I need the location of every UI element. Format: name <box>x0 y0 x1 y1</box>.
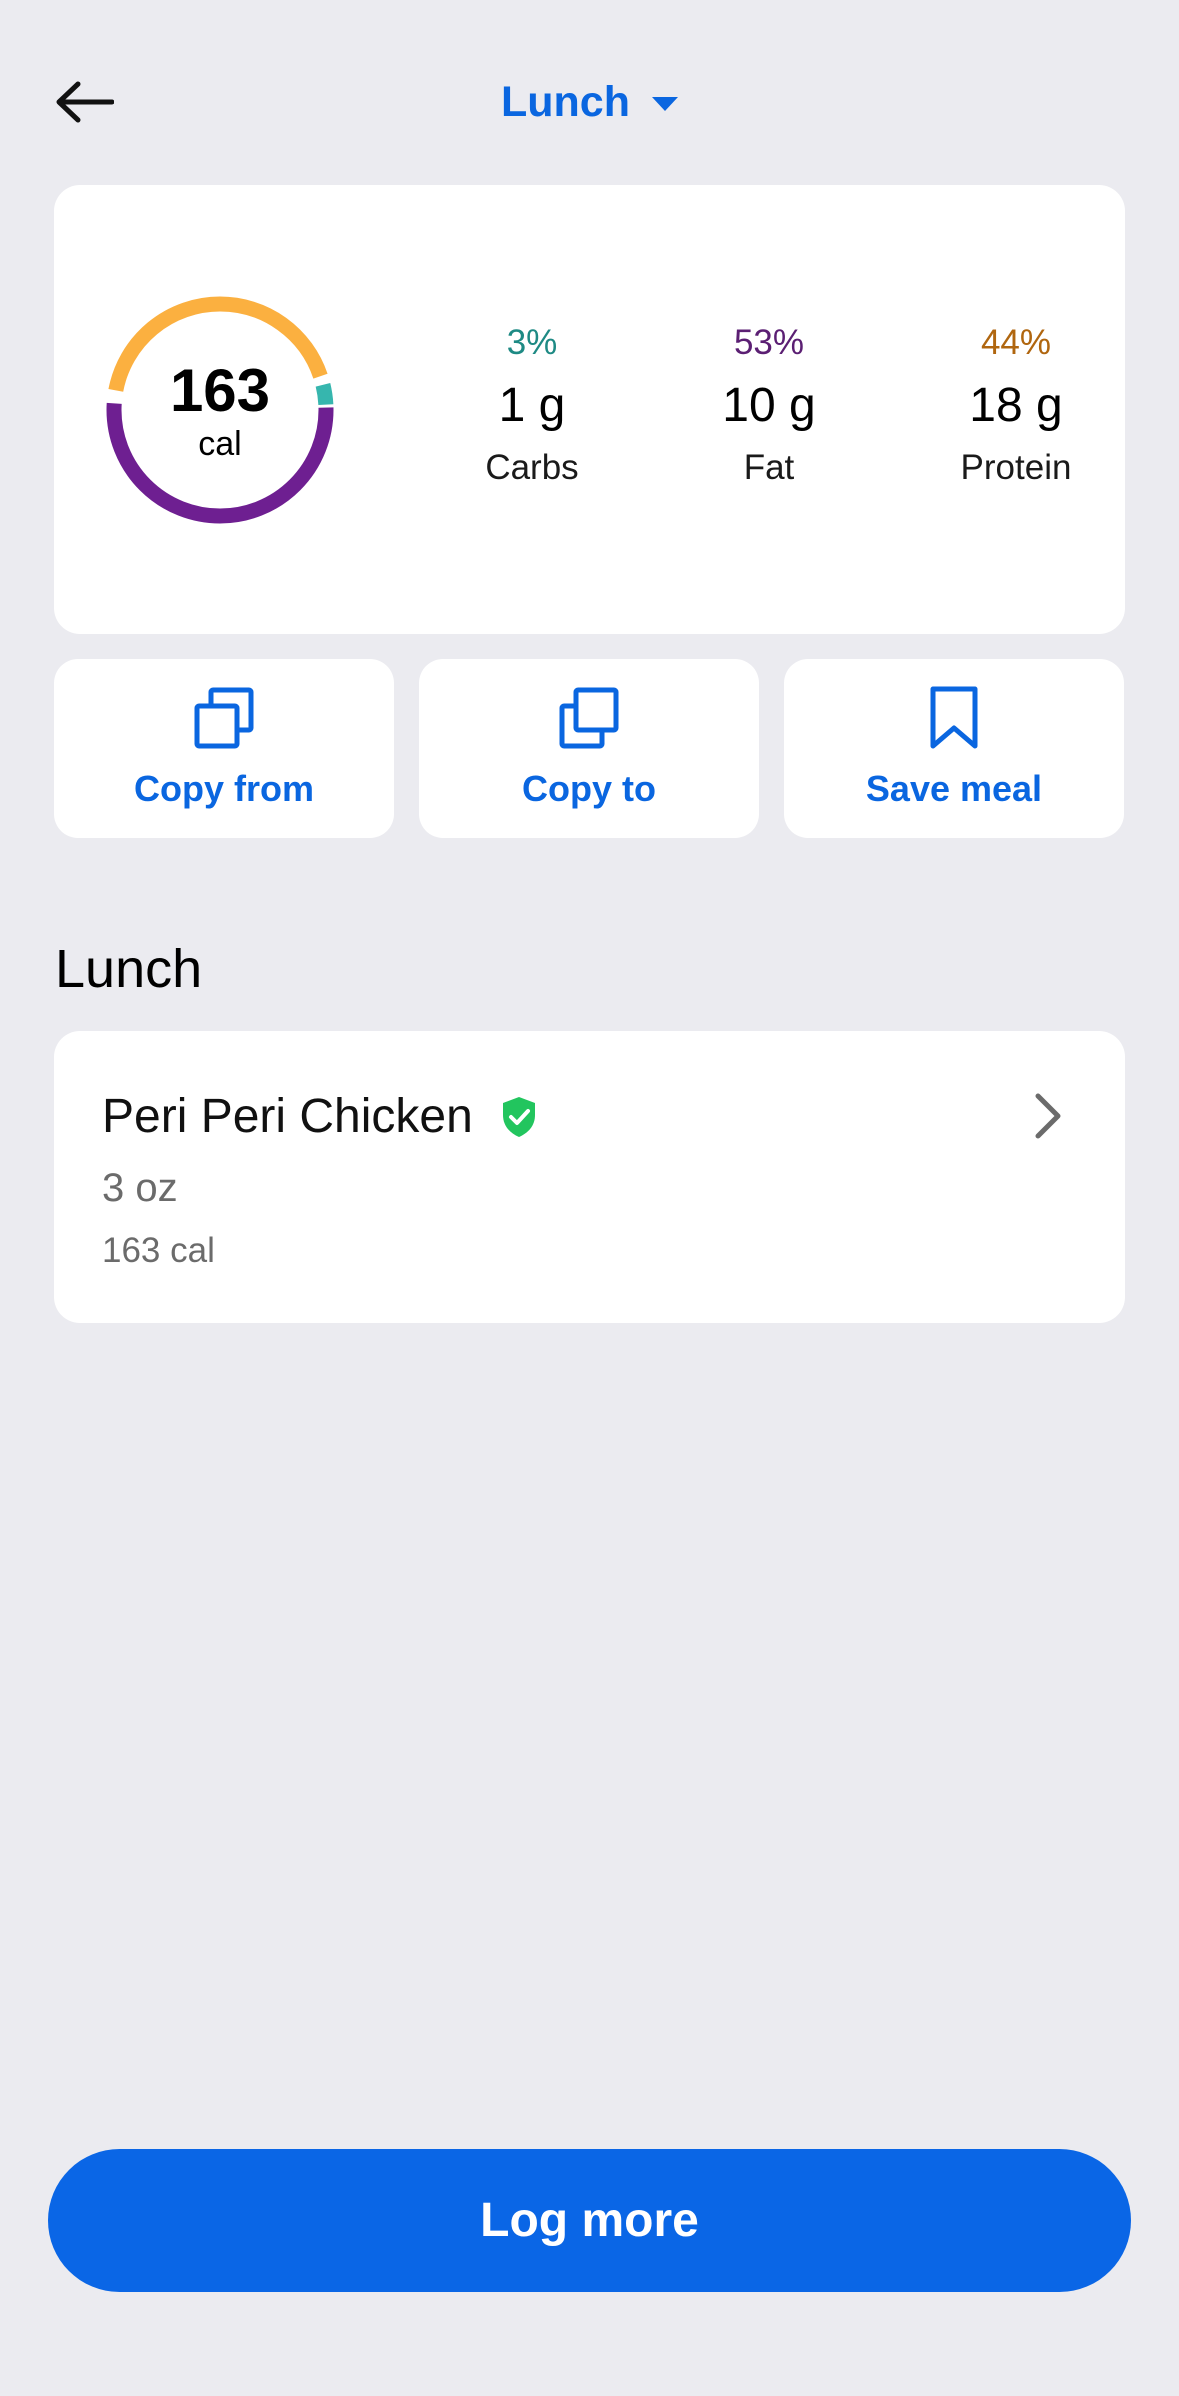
macro-protein: 44% 18 g Protein <box>906 325 1126 485</box>
meal-type-dropdown[interactable]: Lunch <box>0 70 1179 134</box>
copy-from-button[interactable]: Copy from <box>54 659 394 838</box>
carbs-percent: 3% <box>506 323 558 362</box>
section-title: Lunch <box>55 939 203 999</box>
food-portion: 3 oz <box>102 1166 178 1210</box>
calories-value: 163 <box>169 356 271 424</box>
log-more-button[interactable]: Log more <box>48 2149 1131 2292</box>
protein-percent: 44% <box>980 323 1052 362</box>
food-name-row: Peri Peri Chicken <box>102 1089 537 1144</box>
carbs-grams: 1 g <box>498 379 566 432</box>
save-meal-label: Save meal <box>865 768 1043 809</box>
food-name: Peri Peri Chicken <box>102 1090 473 1143</box>
meal-type-label: Lunch <box>501 77 630 126</box>
nutrition-summary-card: 163 cal 3% 1 g Carbs 53% 10 g Fat 44% 18… <box>54 185 1125 634</box>
copy-to-button[interactable]: Copy to <box>419 659 759 838</box>
macro-carbs: 3% 1 g Carbs <box>422 325 642 485</box>
calorie-ring: 163 cal <box>104 294 336 526</box>
fat-grams: 10 g <box>722 379 816 432</box>
macro-fat: 53% 10 g Fat <box>659 325 879 485</box>
save-meal-button[interactable]: Save meal <box>784 659 1124 838</box>
copy-from-label: Copy from <box>134 768 314 809</box>
verified-shield-icon <box>502 1096 535 1137</box>
copy-icon <box>193 686 255 750</box>
copy-icon <box>558 686 620 750</box>
ring-center: 163 cal <box>104 294 336 526</box>
protein-label: Protein <box>960 448 1072 487</box>
food-item-card[interactable]: Peri Peri Chicken 3 oz 163 cal <box>54 1031 1125 1323</box>
fat-label: Fat <box>743 448 795 487</box>
copy-to-label: Copy to <box>522 768 656 809</box>
fat-percent: 53% <box>733 323 805 362</box>
carbs-label: Carbs <box>485 448 579 487</box>
food-calories: 163 cal <box>102 1231 215 1270</box>
bookmark-icon <box>929 686 979 750</box>
log-more-label: Log more <box>480 2194 699 2247</box>
meal-detail-screen: Lunch 163 cal 3% 1 g Carbs 53% 10 g Fat <box>0 0 1179 2396</box>
protein-grams: 18 g <box>969 379 1063 432</box>
caret-down-icon <box>651 97 678 111</box>
chevron-right-icon <box>1035 1093 1061 1139</box>
calories-unit: cal <box>198 424 242 463</box>
